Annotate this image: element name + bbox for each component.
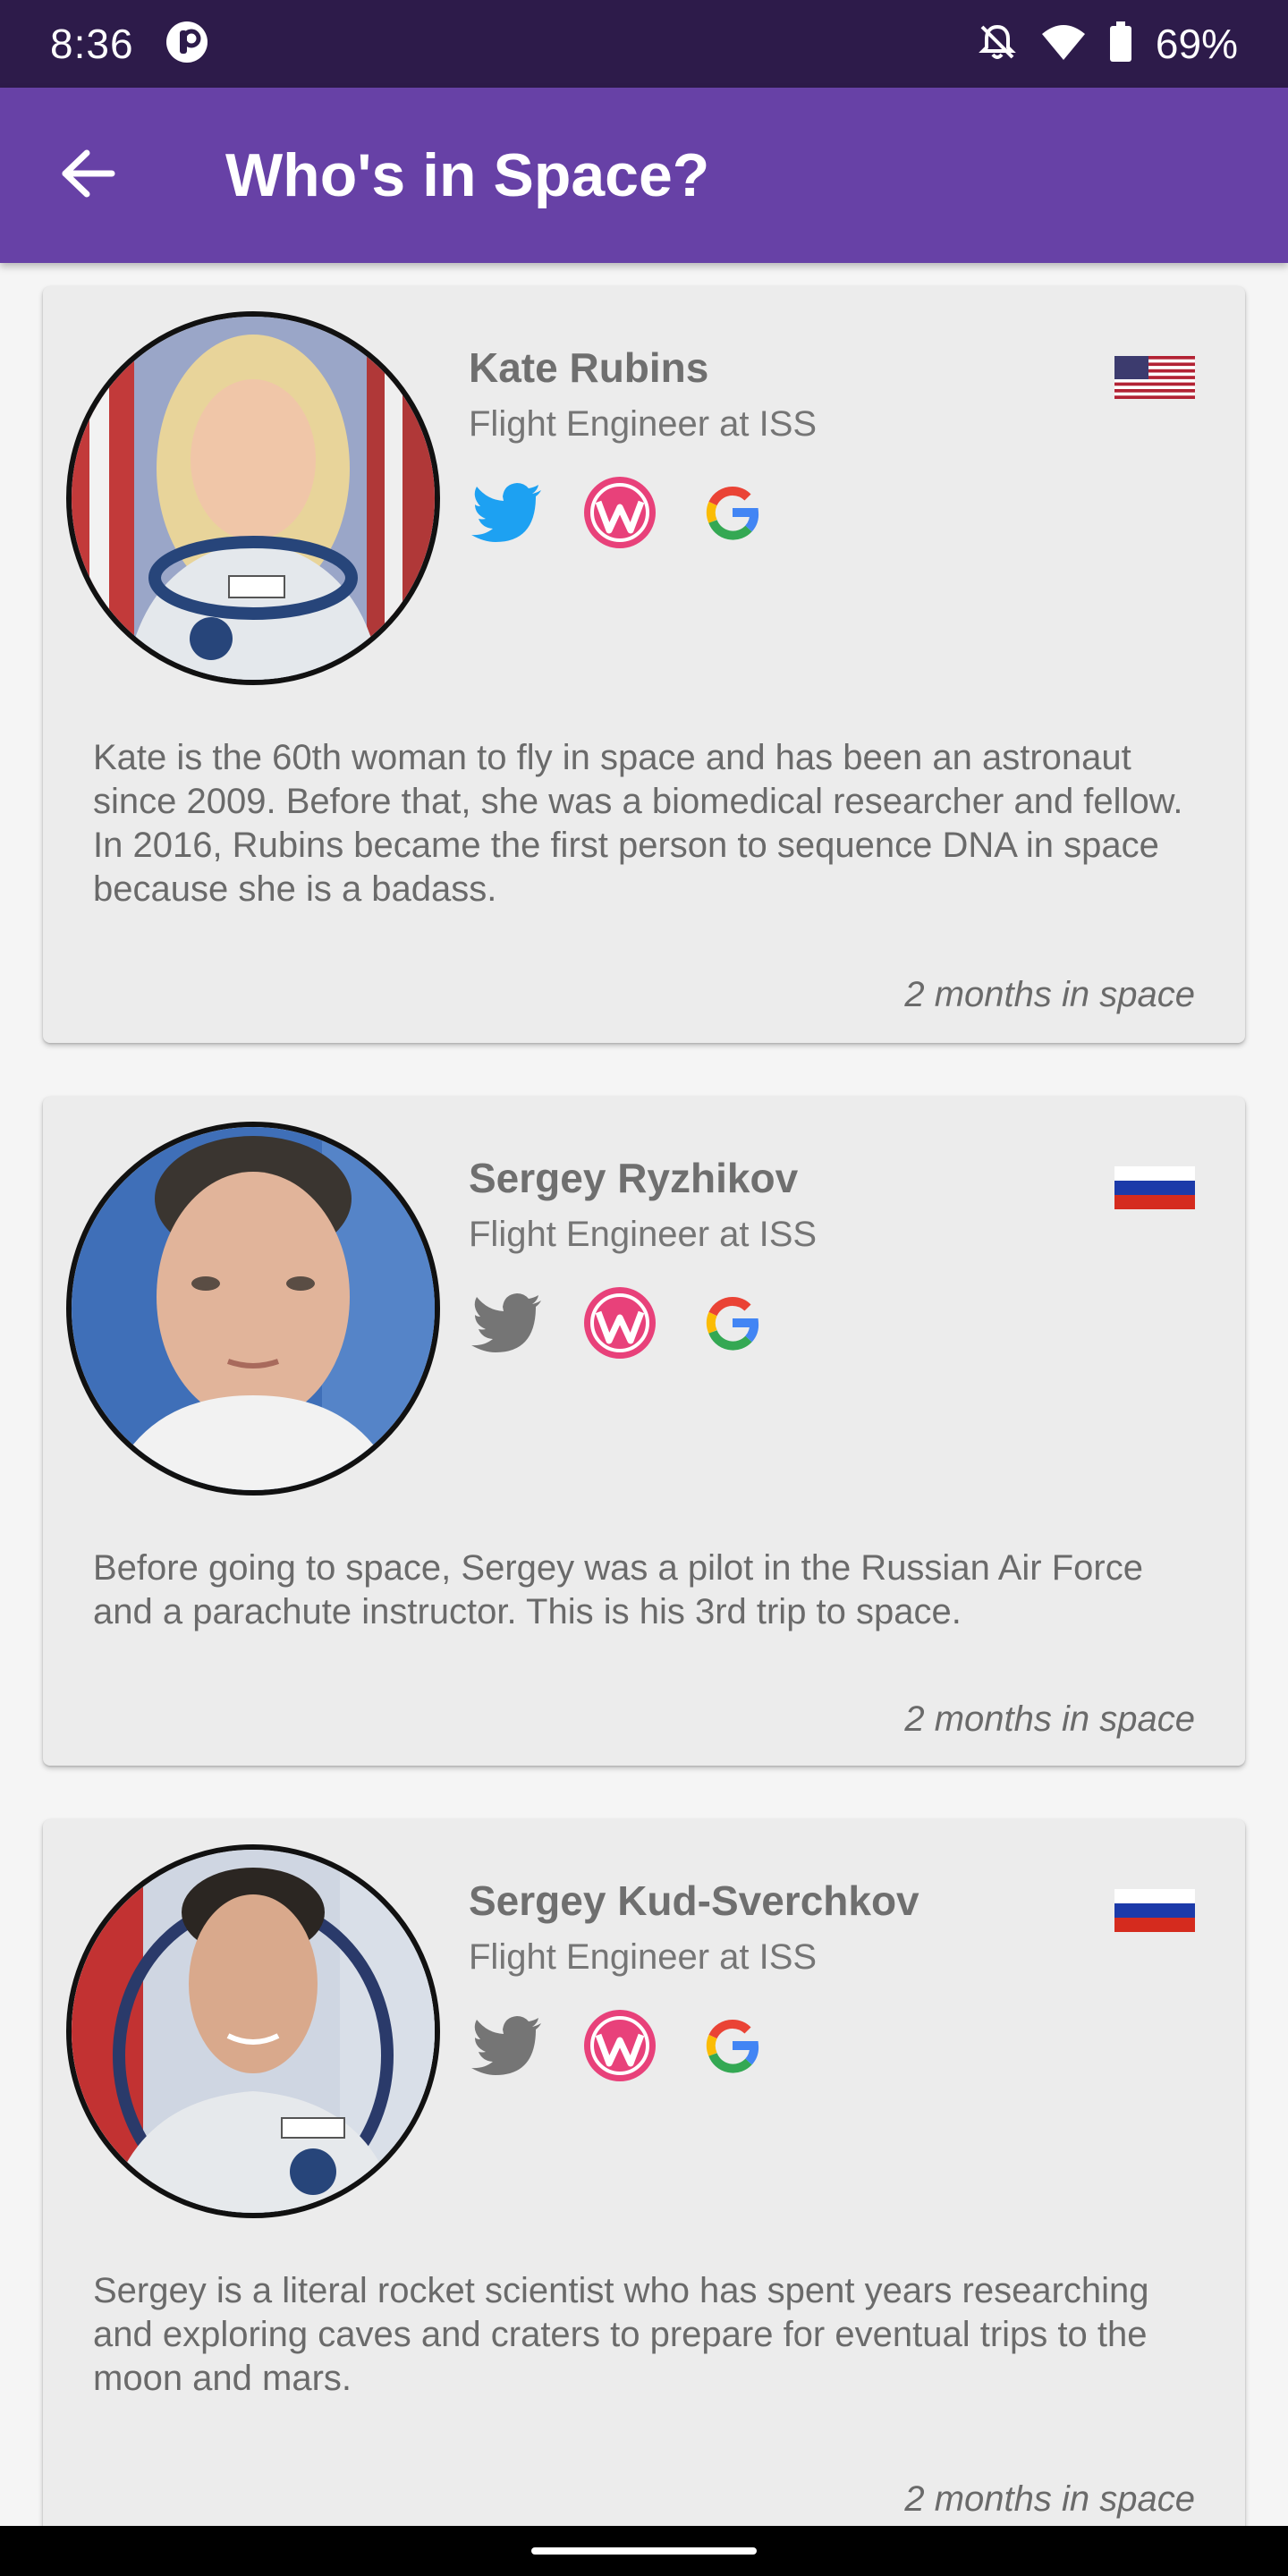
wifi-icon [1041,23,1086,65]
notifications-off-icon [977,21,1018,67]
battery-percentage: 69% [1155,21,1238,67]
usa-flag-icon [1114,356,1195,399]
page-title: Who's in Space? [225,141,710,209]
astronaut-bio: Kate is the 60th woman to fly in space a… [93,738,1183,909]
astronaut-card[interactable]: Kate Rubins Flight Engineer at ISS Kate … [43,286,1245,1043]
social-links [469,2007,771,2084]
astronaut-avatar [66,311,440,685]
back-button[interactable] [43,131,132,220]
app-indicator-icon [165,20,209,69]
astronaut-duration: 2 months in space [904,2479,1195,2519]
wordpress-icon[interactable] [581,474,658,551]
home-gesture-handle[interactable] [531,2547,757,2555]
astronaut-card[interactable]: Sergey Kud-Sverchkov Flight Engineer at … [43,1819,1245,2526]
astronaut-list[interactable]: Kate Rubins Flight Engineer at ISS Kate … [0,263,1288,2526]
app-bar: Who's in Space? [0,88,1288,263]
astronaut-role: Flight Engineer at ISS [469,1215,818,1254]
twitter-icon[interactable] [469,1284,546,1361]
status-bar: 8:36 69% [0,0,1288,88]
astronaut-name: Kate Rubins [469,344,709,391]
google-icon[interactable] [694,2007,771,2084]
google-icon[interactable] [694,1284,771,1361]
navigation-bar [0,2526,1288,2576]
russia-flag-icon [1114,1166,1195,1209]
russia-flag-icon [1114,1889,1195,1932]
battery-icon [1109,21,1132,67]
wordpress-icon[interactable] [581,2007,658,2084]
astronaut-role: Flight Engineer at ISS [469,404,818,444]
arrow-back-icon [60,149,115,202]
astronaut-duration: 2 months in space [904,975,1195,1014]
astronaut-duration: 2 months in space [904,1699,1195,1739]
twitter-icon[interactable] [469,474,546,551]
astronaut-bio: Before going to space, Sergey was a pilo… [93,1548,1143,1631]
social-links [469,1284,771,1361]
astronaut-card[interactable]: Sergey Ryzhikov Flight Engineer at ISS B… [43,1097,1245,1766]
social-links [469,474,771,551]
astronaut-avatar [66,1844,440,2218]
astronaut-role: Flight Engineer at ISS [469,1937,818,1977]
astronaut-name: Sergey Ryzhikov [469,1155,799,1201]
wordpress-icon[interactable] [581,1284,658,1361]
twitter-icon[interactable] [469,2007,546,2084]
astronaut-bio: Sergey is a literal rocket scientist who… [93,2271,1149,2398]
astronaut-avatar [66,1122,440,1496]
status-time: 8:36 [50,21,134,67]
astronaut-name: Sergey Kud-Sverchkov [469,1877,919,1924]
google-icon[interactable] [694,474,771,551]
